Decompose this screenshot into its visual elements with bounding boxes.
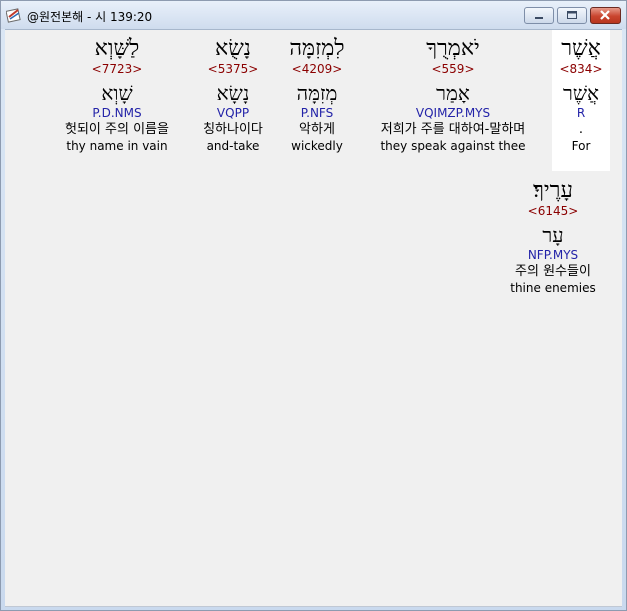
window-title: @원전본해 - 시 139:20 xyxy=(27,10,153,24)
hebrew-word: לִמְזִמָּה xyxy=(289,36,345,61)
minimize-icon xyxy=(535,17,543,19)
hebrew-word: אֲשֶׁר xyxy=(561,36,601,61)
korean-gloss: 헛되이 주의 이름을 xyxy=(65,122,169,137)
word-column[interactable]: יֹאמְרֻךָ <559> אָמַר VQIMZP.MYS 저희가 주를 … xyxy=(363,30,543,154)
divider xyxy=(5,606,622,607)
bible-app-icon xyxy=(6,8,21,23)
english-gloss: For xyxy=(571,139,591,153)
hebrew-lemma: אָמַר xyxy=(436,81,470,105)
hebrew-word: עָרֶיךָ׃ xyxy=(533,178,573,203)
close-icon xyxy=(600,10,610,20)
hebrew-lemma: נָשָׂא xyxy=(216,81,250,105)
strong-number[interactable]: <559> xyxy=(363,62,543,76)
morphology-code: P.D.NMS xyxy=(92,106,142,120)
hebrew-word: יֹאמְרֻךָ xyxy=(426,36,480,61)
close-button[interactable] xyxy=(590,7,621,24)
app-window: @원전본해 - 시 139:20 אֲשֶׁר <834> אֲשֶׁר R . xyxy=(0,0,627,611)
strong-number[interactable]: <5375> xyxy=(197,62,269,76)
korean-gloss: . xyxy=(578,122,584,137)
interlinear-panel: אֲשֶׁר <834> אֲשֶׁר R . For יֹאמְרֻךָ <5… xyxy=(5,29,622,607)
word-column[interactable]: נָשֻׂא <5375> נָשָׂא VQPP 칭하나이다 and-take xyxy=(197,30,269,154)
strong-number[interactable]: <834> xyxy=(552,62,610,76)
hebrew-lemma: שָׁוְא xyxy=(101,81,133,105)
hebrew-lemma: עָר xyxy=(542,223,564,247)
english-gloss: wickedly xyxy=(291,139,343,153)
strong-number[interactable]: <4209> xyxy=(279,62,355,76)
strong-number[interactable]: <6145> xyxy=(501,204,605,218)
hebrew-word: נָשֻׂא xyxy=(215,36,251,61)
strong-number[interactable]: <7723> xyxy=(47,62,187,76)
morphology-code: P.NFS xyxy=(300,106,334,120)
morphology-code: VQPP xyxy=(216,106,250,120)
hebrew-word: לַשָּׁוְא xyxy=(94,36,140,61)
morphology-code: R xyxy=(576,106,586,120)
english-gloss: they speak against thee xyxy=(380,139,526,153)
word-column[interactable]: לַשָּׁוְא <7723> שָׁוְא P.D.NMS 헛되이 주의 이… xyxy=(47,30,187,154)
hebrew-lemma: מְזִמָּה xyxy=(296,81,338,105)
word-column[interactable]: אֲשֶׁר <834> אֲשֶׁר R . For xyxy=(552,30,610,171)
morphology-code: VQIMZP.MYS xyxy=(415,106,491,120)
morphology-code: NFP.MYS xyxy=(527,248,579,262)
title-bar[interactable]: @원전본해 - 시 139:20 xyxy=(1,1,626,29)
maximize-button[interactable] xyxy=(557,7,587,24)
english-gloss: and-take xyxy=(206,139,260,153)
korean-gloss: 저희가 주를 대하여-말하며 xyxy=(380,122,526,137)
word-column[interactable]: לִמְזִמָּה <4209> מְזִמָּה P.NFS 악하게 wic… xyxy=(279,30,355,154)
word-column[interactable]: עָרֶיךָ׃ <6145> עָר NFP.MYS 주의 원수들이 thin… xyxy=(501,172,605,296)
hebrew-lemma: אֲשֶׁר xyxy=(563,81,599,105)
korean-gloss: 악하게 xyxy=(299,122,335,137)
maximize-icon xyxy=(567,11,577,19)
english-gloss: thy name in vain xyxy=(66,139,168,153)
korean-gloss: 주의 원수들이 xyxy=(515,264,591,279)
minimize-button[interactable] xyxy=(524,7,554,24)
english-gloss: thine enemies xyxy=(510,281,596,295)
korean-gloss: 칭하나이다 xyxy=(203,122,263,137)
